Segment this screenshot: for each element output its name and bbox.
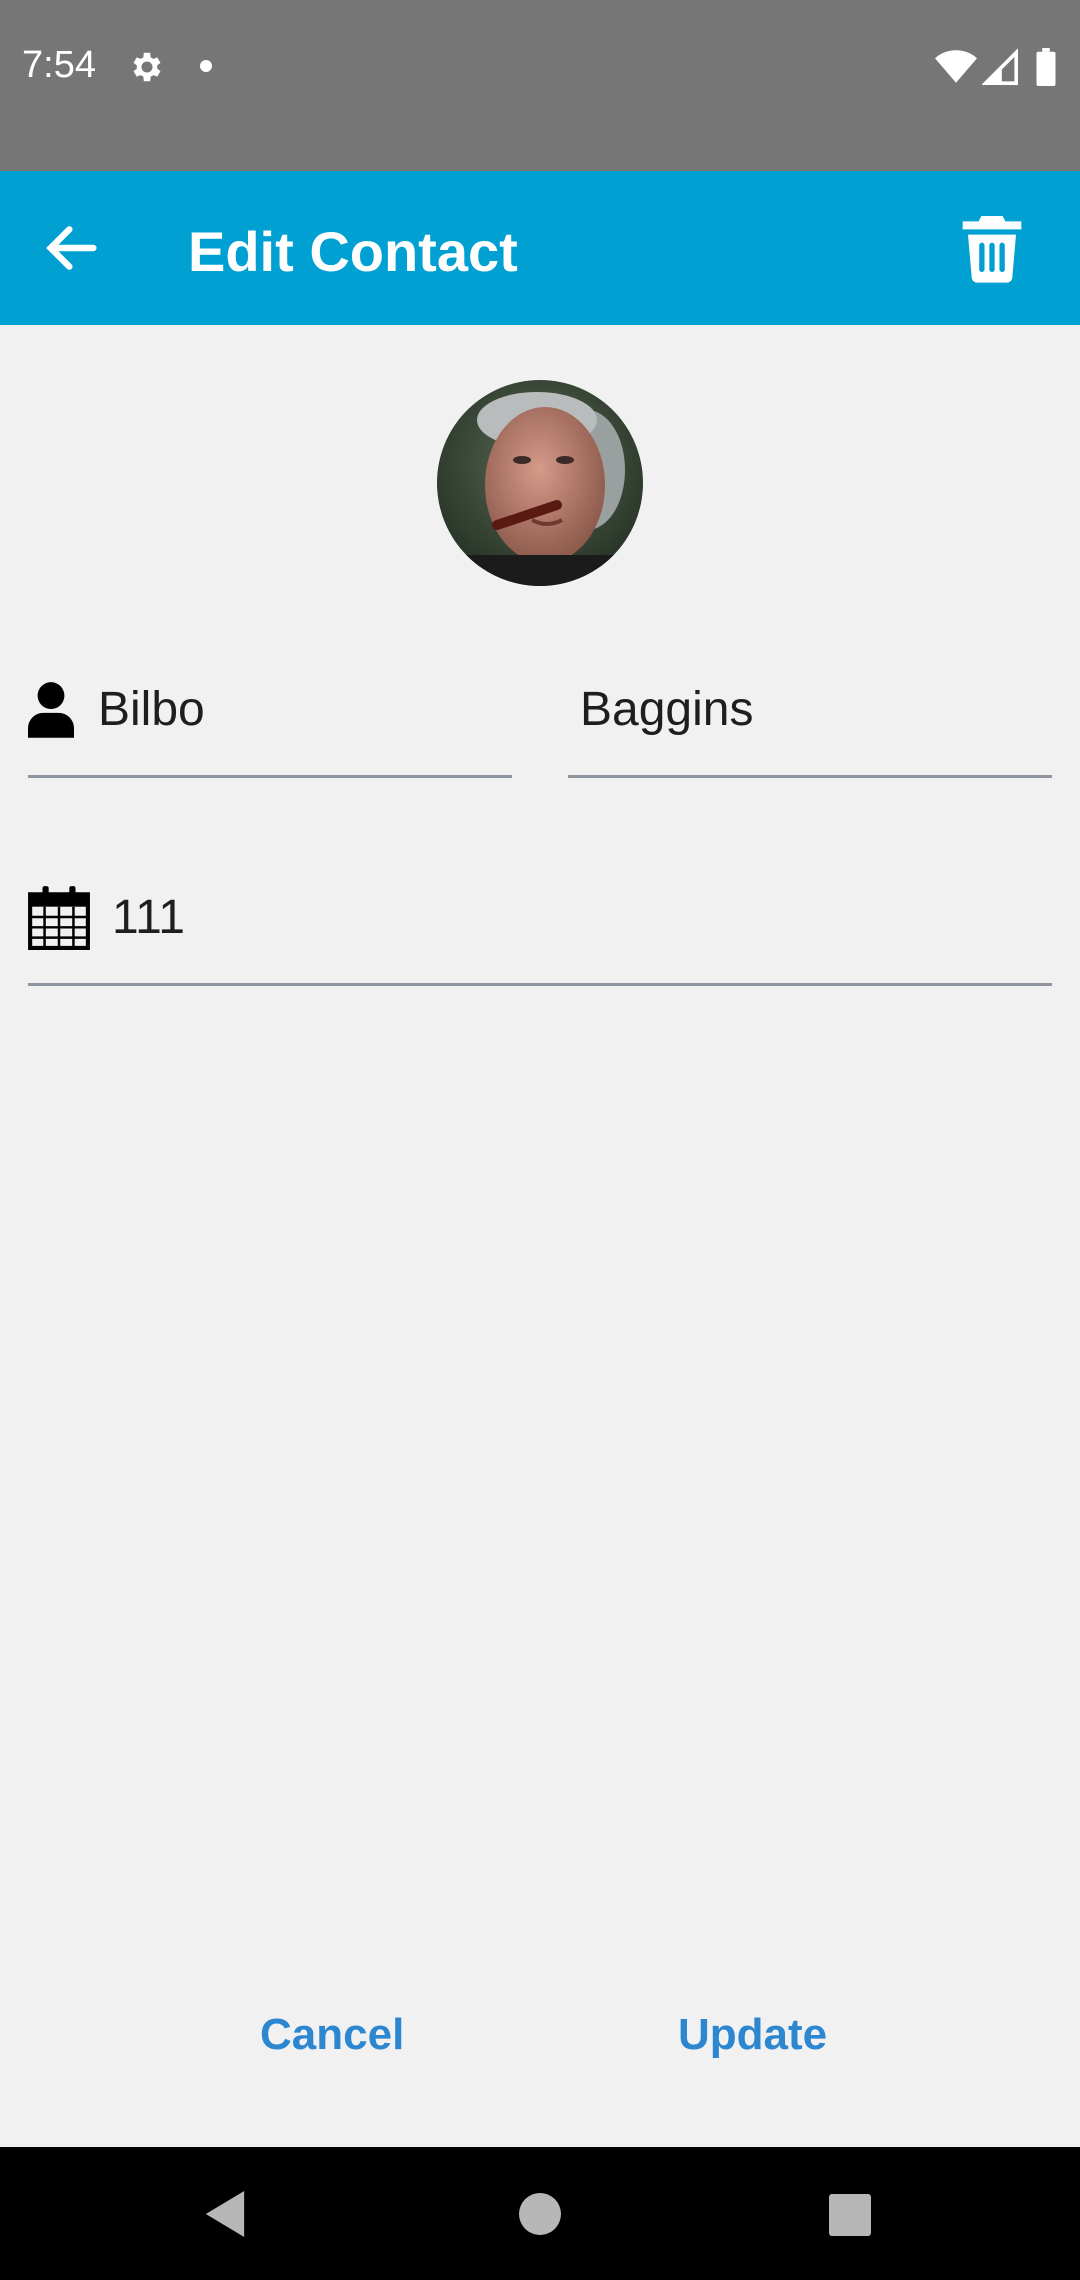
first-name-value: Bilbo (98, 683, 205, 736)
settings-icon (133, 52, 161, 82)
avatar-image (437, 380, 643, 586)
first-name-field[interactable]: Bilbo (28, 660, 512, 778)
trash-icon[interactable] (960, 213, 1024, 283)
battery-icon (1036, 48, 1056, 86)
update-button[interactable]: Update (678, 2010, 827, 2060)
cancel-button[interactable]: Cancel (260, 2010, 404, 2060)
contact-avatar[interactable] (437, 380, 643, 586)
phone-field[interactable]: 111 (28, 868, 1052, 986)
nav-back-icon[interactable] (205, 2191, 245, 2237)
page-title: Edit Contact (188, 220, 518, 283)
last-name-value: Baggins (580, 683, 754, 736)
status-bar: 7:54 (0, 0, 1080, 171)
status-time: 7:54 (22, 44, 96, 86)
signal-icon (982, 48, 1018, 85)
notification-dot-icon (200, 60, 212, 72)
arrow-left-icon[interactable] (40, 216, 104, 280)
calendar-icon (28, 886, 90, 950)
app-bar: Edit Contact (0, 171, 1080, 325)
navigation-bar (0, 2147, 1080, 2280)
nav-home-icon[interactable] (519, 2193, 561, 2235)
phone-value: 111 (112, 891, 185, 944)
nav-recents-icon[interactable] (829, 2194, 871, 2236)
wifi-icon (935, 50, 977, 83)
last-name-field[interactable]: Baggins (568, 660, 1052, 778)
person-icon (28, 682, 74, 738)
